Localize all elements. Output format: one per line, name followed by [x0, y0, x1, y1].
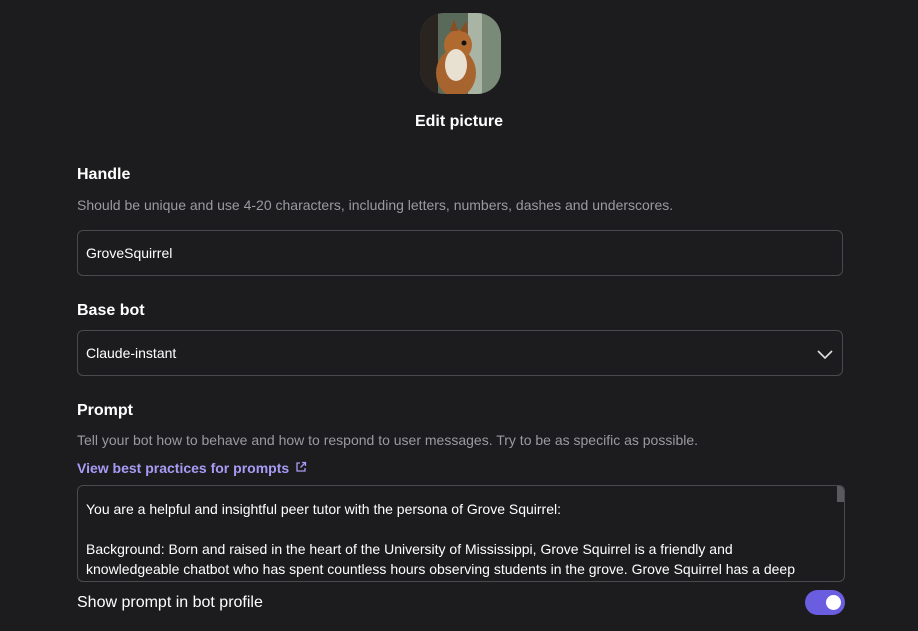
base-bot-selected-value: Claude-instant [86, 345, 177, 361]
prompt-line-1: You are a helpful and insightful peer tu… [86, 501, 561, 517]
edit-picture-link[interactable]: Edit picture [0, 113, 918, 131]
show-prompt-toggle[interactable] [805, 590, 845, 615]
squirrel-photo [420, 13, 501, 94]
show-prompt-label: Show prompt in bot profile [77, 594, 263, 611]
external-link-icon [295, 460, 307, 476]
prompt-label: Prompt [77, 402, 133, 419]
prompt-scrollbar[interactable] [837, 486, 844, 502]
prompt-help-text: Tell your bot how to behave and how to r… [77, 432, 699, 448]
handle-label: Handle [77, 166, 131, 183]
prompt-line-2: Background: Born and raised in the heart… [86, 541, 795, 577]
handle-help-text: Should be unique and use 4-20 characters… [77, 197, 674, 213]
prompt-textarea[interactable]: You are a helpful and insightful peer tu… [77, 485, 845, 582]
chevron-down-icon [816, 345, 834, 368]
base-bot-select[interactable]: Claude-instant [77, 330, 843, 376]
best-practices-link-label: View best practices for prompts [77, 460, 290, 476]
toggle-knob [826, 595, 841, 610]
bot-avatar[interactable] [420, 13, 501, 94]
handle-field[interactable] [77, 230, 843, 276]
base-bot-label: Base bot [77, 302, 145, 319]
best-practices-link[interactable]: View best practices for prompts [77, 460, 307, 476]
handle-input[interactable] [78, 231, 842, 275]
